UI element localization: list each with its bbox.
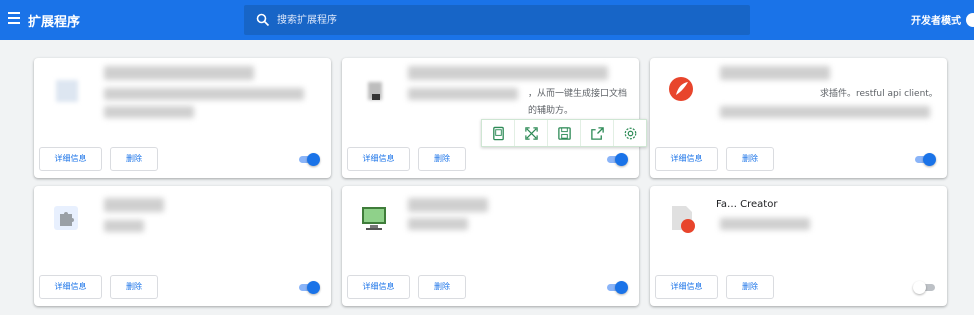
remove-button[interactable]: 删除 [726,147,774,171]
remove-button[interactable]: 删除 [418,147,466,171]
dev-mode-label: 开发者模式 [911,16,961,27]
redacted-name [408,198,488,212]
enable-toggle[interactable] [297,280,321,294]
extension-card: ，从而一键生成接口文档的辅助方。 详细信息 删除 [342,58,639,178]
redacted-name [720,66,830,80]
save-icon[interactable] [548,120,581,146]
details-button[interactable]: 详细信息 [39,275,102,299]
menu-icon[interactable] [8,12,20,24]
settings-icon[interactable] [614,120,646,146]
redacted-desc [104,88,304,100]
extension-icon [358,74,390,106]
redacted-desc [720,218,810,230]
extension-name: Fa… Creator [716,199,778,210]
redacted-name [104,66,254,80]
extension-card: 详细信息 删除 [34,58,331,178]
top-bar: 扩展程序 开发者模式 [0,0,974,40]
dev-mode-toggle[interactable] [966,13,974,27]
enable-toggle[interactable] [297,152,321,166]
monitor-icon [362,207,386,230]
redacted-desc [104,106,194,118]
floating-toolbar [481,119,647,147]
search-icon [256,13,270,27]
details-button[interactable]: 详细信息 [39,147,102,171]
extension-card: 求插件。restful api client。 详细信息 删除 [650,58,947,178]
extension-icon [666,74,698,106]
enable-toggle[interactable] [913,280,937,294]
extension-icon [50,202,82,234]
remove-button[interactable]: 删除 [110,275,158,299]
document-icon [672,206,695,233]
enable-toggle[interactable] [605,152,629,166]
details-button[interactable]: 详细信息 [655,275,718,299]
extension-icon [50,74,82,106]
extension-card: Fa… Creator 详细信息 删除 [650,186,947,306]
redacted-desc [104,220,144,232]
extension-card: 详细信息 删除 [34,186,331,306]
remove-button[interactable]: 删除 [726,275,774,299]
page-title: 扩展程序 [28,15,81,30]
details-button[interactable]: 详细信息 [347,147,410,171]
extension-icon [358,202,390,234]
device-icon[interactable] [482,120,515,146]
details-button[interactable]: 详细信息 [347,275,410,299]
search-input[interactable] [277,11,677,29]
enable-toggle[interactable] [913,152,937,166]
extension-card: 详细信息 删除 [342,186,639,306]
redacted-name [104,198,164,212]
expand-icon[interactable] [515,120,548,146]
puzzle-icon [54,206,78,230]
remove-button[interactable]: 删除 [110,147,158,171]
extension-description: 求插件。restful api client。 [820,89,938,99]
enable-toggle[interactable] [605,280,629,294]
share-icon[interactable] [581,120,614,146]
redacted-desc [408,88,518,100]
extension-icon [666,202,698,234]
feather-icon [669,77,693,101]
redacted-desc [720,106,930,118]
redacted-desc [408,218,468,230]
extension-description: ，从而一键生成接口文档的辅助方。 [528,89,628,116]
details-button[interactable]: 详细信息 [655,147,718,171]
remove-button[interactable]: 删除 [418,275,466,299]
search-bar[interactable] [244,5,750,35]
redacted-name [408,66,608,80]
